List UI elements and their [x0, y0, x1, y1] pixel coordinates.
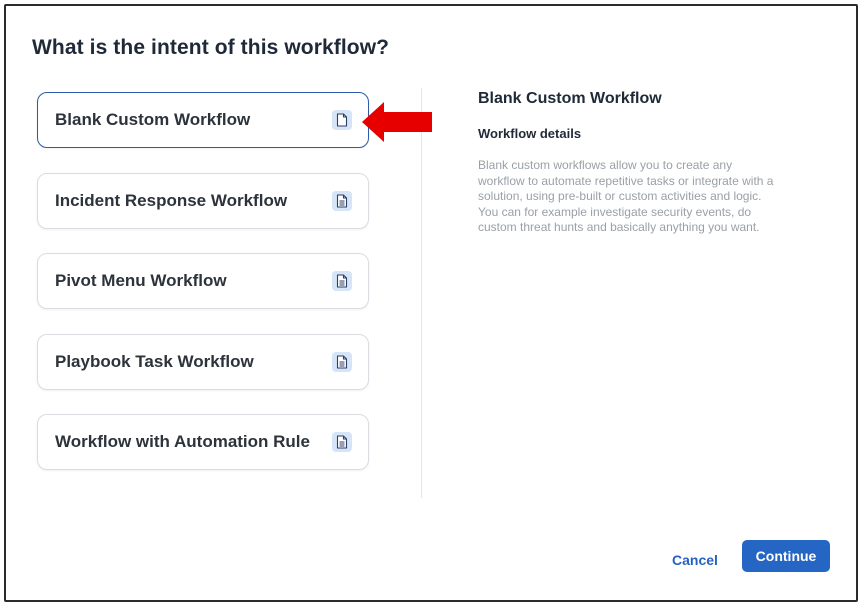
details-title: Blank Custom Workflow	[478, 90, 662, 107]
annotation-arrow-icon	[362, 102, 432, 142]
workflow-details-panel: Blank Custom Workflow Workflow details B…	[478, 90, 778, 236]
dialog-title: What is the intent of this workflow?	[32, 36, 390, 59]
continue-button[interactable]: Continue	[742, 540, 830, 572]
option-blank-custom-workflow[interactable]: Blank Custom Workflow	[37, 92, 369, 148]
option-label: Workflow with Automation Rule	[55, 432, 310, 451]
option-pivot-menu-workflow[interactable]: Pivot Menu Workflow	[37, 253, 369, 309]
details-subtitle: Workflow details	[478, 126, 582, 141]
document-lines-icon	[332, 190, 352, 211]
option-incident-response-workflow[interactable]: Incident Response Workflow	[37, 172, 369, 229]
details-description: Blank custom workflows allow you to crea…	[478, 158, 774, 234]
document-lines-icon	[332, 351, 352, 372]
option-playbook-task-workflow[interactable]: Playbook Task Workflow	[37, 333, 369, 390]
document-lines-icon	[332, 432, 352, 452]
cancel-button[interactable]: Cancel	[664, 544, 726, 576]
option-label: Pivot Menu Workflow	[55, 271, 227, 290]
document-lines-icon	[332, 271, 352, 291]
option-label: Incident Response Workflow	[55, 190, 288, 210]
panel-divider	[421, 88, 422, 498]
option-label: Playbook Task Workflow	[55, 351, 254, 371]
option-label: Blank Custom Workflow	[55, 110, 251, 129]
document-icon	[332, 110, 352, 130]
option-workflow-with-automation-rule[interactable]: Workflow with Automation Rule	[37, 414, 369, 470]
workflow-options-list: Blank Custom Workflow Incident Response …	[37, 92, 369, 495]
